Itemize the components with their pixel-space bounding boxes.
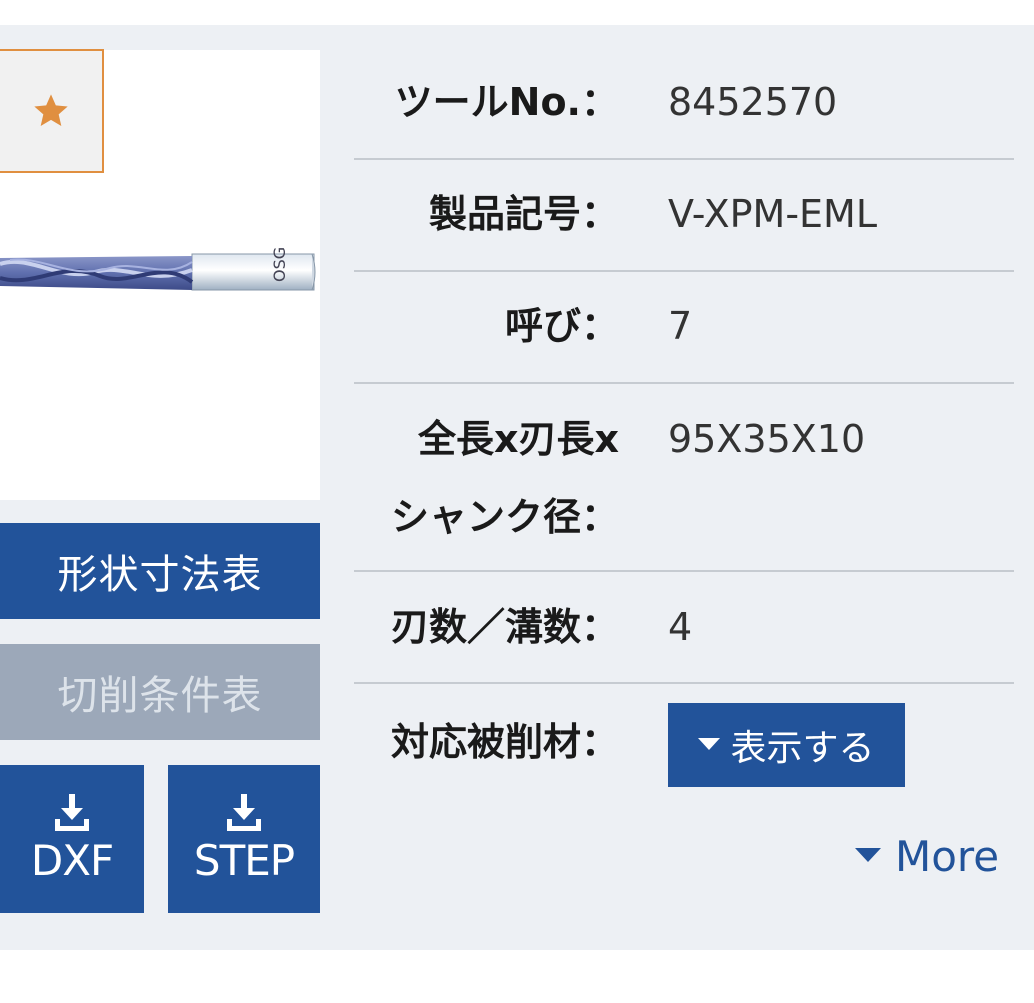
spec-value: V-XPM-EML — [668, 192, 877, 236]
star-icon — [34, 94, 68, 126]
step-label: STEP — [193, 835, 295, 885]
step-download-button[interactable]: STEP — [168, 765, 320, 913]
spec-label: 刃数／溝数： — [390, 605, 619, 649]
more-label: More — [895, 831, 1000, 881]
spec-value: 8452570 — [668, 80, 838, 124]
divider — [354, 270, 1014, 272]
shape-table-label: 形状寸法表 — [57, 552, 263, 598]
divider — [354, 682, 1014, 684]
cutting-table-label: 切削条件表 — [57, 673, 263, 719]
spec-label-line2: シャンク径： — [390, 495, 619, 539]
cutting-condition-table-button[interactable]: 切削条件表 — [0, 644, 320, 740]
spec-value: 95X35X10 — [668, 417, 866, 461]
caret-down-icon — [698, 738, 721, 750]
divider — [354, 570, 1014, 572]
favorite-button[interactable] — [0, 49, 104, 173]
spec-label-line1: 全長x刃長x — [417, 417, 619, 461]
download-icon — [55, 793, 89, 831]
svg-text:OSG: OSG — [270, 247, 289, 282]
caret-down-icon — [855, 848, 881, 862]
download-icon — [227, 793, 261, 831]
spec-label: 製品記号： — [428, 192, 619, 236]
shape-dimension-table-button[interactable]: 形状寸法表 — [0, 523, 320, 619]
dxf-download-button[interactable]: DXF — [0, 765, 144, 913]
show-materials-button[interactable]: 表示する — [668, 703, 905, 787]
spec-label: 呼び： — [504, 304, 619, 348]
more-link[interactable]: More — [855, 828, 999, 884]
divider — [354, 158, 1014, 160]
show-button-label: 表示する — [730, 728, 875, 769]
spec-value: 4 — [668, 605, 693, 649]
spec-label: ツールNo.： — [394, 80, 619, 124]
spec-value: 7 — [668, 304, 693, 348]
spec-label: 対応被削材： — [390, 720, 619, 764]
divider — [354, 382, 1014, 384]
dxf-label: DXF — [30, 835, 114, 885]
